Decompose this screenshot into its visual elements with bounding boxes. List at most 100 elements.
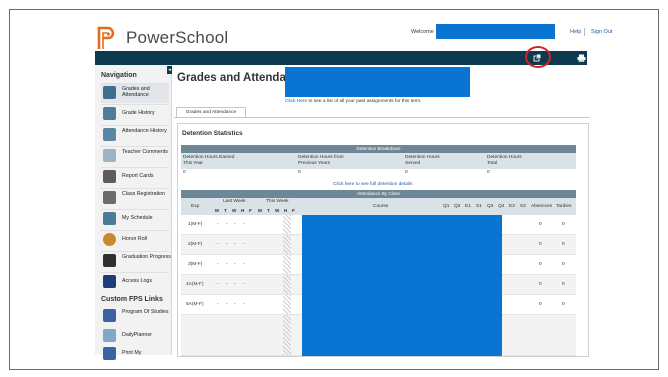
sidebar-item-class-registration[interactable]: Class Registration — [101, 188, 169, 208]
graduation-cap-icon — [103, 254, 116, 267]
app-name: PowerSchool — [126, 28, 229, 47]
sign-out-link[interactable]: Sign Out — [591, 29, 612, 35]
row-hatch — [283, 315, 291, 355]
day-cell: - — [234, 302, 236, 307]
detention-details-link[interactable]: Click here to see full detention details — [333, 182, 412, 187]
access-logs-icon — [103, 275, 116, 288]
absences-cell[interactable]: 0 — [539, 282, 542, 287]
detention-title: Detention Statistics — [182, 130, 243, 137]
detention-value: 0 — [405, 170, 408, 175]
sidebar-item-label: Program Of Studies — [122, 309, 169, 315]
exp-column-header: Exp — [191, 204, 200, 209]
day-cell: - — [234, 222, 236, 227]
attendance-by-class-header: Attendance By Class — [181, 190, 576, 198]
comments-icon — [103, 149, 116, 162]
content-panel: Detention Statistics Detention Breakdown… — [177, 123, 589, 357]
sidebar-item-teacher-comments[interactable]: Teacher Comments — [101, 146, 169, 166]
day-header: M — [215, 208, 219, 213]
detention-col-header: Detention Hours from Previous Years — [298, 155, 344, 167]
detention-value: 0 — [183, 170, 186, 175]
sidebar-item-label: Honor Roll — [122, 236, 148, 242]
absences-cell[interactable]: 0 — [539, 242, 542, 247]
sidebar-item-label: Report Cards — [122, 173, 154, 179]
redacted-student-name — [285, 67, 470, 97]
tardies-cell[interactable]: 0 — [562, 222, 565, 227]
detention-value: 0 — [487, 170, 490, 175]
sidebar-item-print-my[interactable]: Print My — [101, 345, 169, 364]
day-header: H — [284, 208, 288, 213]
day-cell: - — [243, 282, 245, 287]
tardies-cell[interactable]: 0 — [562, 262, 565, 267]
nav-collapse-toggle[interactable]: ◂ — [167, 66, 172, 74]
detention-col-header: Detention Hours Total — [487, 155, 522, 167]
course-column-header: Course — [373, 204, 389, 209]
day-cell: - — [226, 242, 228, 247]
day-header: F — [292, 208, 295, 213]
help-link[interactable]: Help — [570, 29, 581, 35]
sidebar-item-grade-history[interactable]: Grade History — [101, 104, 169, 124]
sidebar-item-dailyplanner[interactable]: DailyPlanner — [101, 327, 169, 346]
term-header: E2 — [509, 204, 515, 209]
detention-col-line: Total — [487, 161, 498, 166]
absences-cell[interactable]: 0 — [539, 302, 542, 307]
redacted-username — [436, 24, 555, 39]
sidebar-item-report-cards[interactable]: Report Cards — [101, 167, 169, 187]
day-cell: - — [243, 262, 245, 267]
absences-cell[interactable]: 0 — [539, 262, 542, 267]
sidebar-item-label: Access Logs — [122, 278, 153, 284]
absences-cell[interactable]: 0 — [539, 222, 542, 227]
schedule-icon — [103, 212, 116, 225]
day-cell: - — [217, 282, 219, 287]
day-cell: - — [234, 262, 236, 267]
day-cell: - — [226, 222, 228, 227]
day-cell: - — [234, 242, 236, 247]
attendance-history-icon — [103, 128, 116, 141]
row-hatch — [283, 215, 291, 234]
day-cell: - — [226, 262, 228, 267]
exp-cell: 5A(M-F) — [186, 302, 204, 307]
row-hatch — [283, 255, 291, 274]
detention-col-header: Detention Hours Served — [405, 155, 440, 167]
sidebar-item-honor-roll[interactable]: Honor Roll — [101, 230, 169, 250]
sidebar-item-grades-attendance[interactable]: Grades and Attendance — [101, 83, 169, 103]
day-cell: - — [243, 222, 245, 227]
sidebar-nav: ◂ Navigation Grades and Attendance Grade… — [95, 65, 172, 360]
day-header: W — [232, 208, 237, 213]
printer-icon[interactable] — [577, 54, 586, 62]
last-week-header: Last Week — [223, 199, 246, 204]
sidebar-item-access-logs[interactable]: Access Logs — [101, 272, 169, 292]
term-header: S1 — [476, 204, 482, 209]
sidebar-item-label: Attendance History — [122, 128, 167, 134]
sidebar-item-attendance-history[interactable]: Attendance History — [101, 125, 169, 145]
tab-divider — [174, 117, 590, 118]
sidebar-item-label: Class Registration — [122, 191, 165, 197]
nav-title: Navigation — [101, 72, 137, 79]
detention-value: 0 — [298, 170, 301, 175]
row-hatch — [283, 275, 291, 294]
detention-values: 0 0 0 0 — [181, 169, 576, 177]
sidebar-item-label: Print My — [122, 350, 142, 356]
day-header: H — [241, 208, 245, 213]
day-cell: - — [234, 282, 236, 287]
tardies-cell[interactable]: 0 — [562, 302, 565, 307]
day-cell: - — [217, 242, 219, 247]
powerschool-logo-icon — [97, 26, 115, 49]
tardies-cell[interactable]: 0 — [562, 282, 565, 287]
tardies-header: Tardies — [556, 204, 572, 209]
term-header: S2 — [520, 204, 526, 209]
detention-columns: Detention Hours Earned This Year Detenti… — [181, 153, 576, 169]
custom-links-title: Custom FPS Links — [101, 296, 163, 303]
day-cell: - — [226, 302, 228, 307]
sidebar-item-graduation-progress[interactable]: Graduation Progress — [101, 251, 171, 271]
detention-breakdown-header: Detention Breakdown — [181, 145, 576, 153]
detention-col-line: Previous Years — [298, 161, 330, 166]
grade-history-icon — [103, 107, 116, 120]
tardies-cell[interactable]: 0 — [562, 242, 565, 247]
assignments-link-line: Click Here to see a list of all your pas… — [285, 99, 422, 104]
day-cell: - — [243, 302, 245, 307]
sidebar-item-my-schedule[interactable]: My Schedule — [101, 209, 169, 229]
assignments-link[interactable]: Click Here — [285, 99, 307, 104]
header-separator — [584, 28, 585, 36]
day-header: T — [224, 208, 227, 213]
sidebar-item-program-of-studies[interactable]: Program Of Studies — [101, 307, 169, 326]
